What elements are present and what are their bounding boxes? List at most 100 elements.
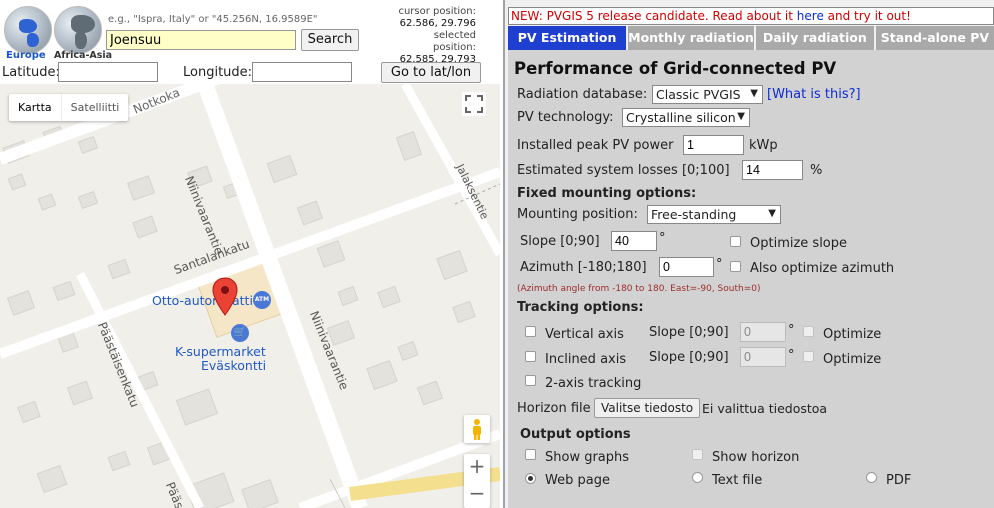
azimuth-note: (Azimuth angle from -180 to 180. East=-9…	[517, 284, 761, 294]
no-file-chosen-text: Ei valittua tiedostoa	[702, 401, 828, 416]
street-view-pegman-icon[interactable]	[464, 415, 490, 443]
map-type-satellite-button[interactable]: Satelliitti	[60, 94, 129, 121]
tab-monthly-radiation[interactable]: Monthly radiation	[628, 26, 754, 50]
latitude-label: Latitude:	[2, 65, 60, 80]
go-to-latlon-button[interactable]: Go to lat/lon	[381, 62, 481, 83]
inclined-optimize-label: Optimize	[823, 352, 882, 367]
tab-daily-radiation[interactable]: Daily radiation	[755, 26, 874, 50]
inclined-slope-input[interactable]	[740, 347, 786, 367]
optimize-azimuth-label: Also optimize azimuth	[750, 261, 895, 276]
fixed-mounting-heading: Fixed mounting options:	[517, 186, 697, 201]
choose-file-button[interactable]: Valitse tiedosto	[594, 398, 701, 418]
inclined-slope-degree: °	[788, 348, 795, 363]
vertical-optimize-label: Optimize	[823, 327, 882, 342]
radiation-db-label: Radiation database:	[517, 87, 648, 102]
chevron-down-icon: ▼	[750, 88, 758, 99]
poi-label-k-supermarket[interactable]: K-supermarket	[175, 344, 266, 359]
show-graphs-label: Show graphs	[545, 450, 630, 465]
show-graphs-checkbox[interactable]	[525, 449, 536, 460]
news-text-prefix: NEW: PVGIS 5 release candidate. Read abo…	[511, 9, 797, 23]
mounting-position-label: Mounting position:	[517, 207, 638, 222]
output-options-heading: Output options	[520, 427, 631, 442]
tab-pv-estimation[interactable]: PV Estimation	[508, 26, 627, 50]
inclined-optimize-checkbox[interactable]	[803, 351, 814, 362]
chevron-down-icon: ▼	[768, 208, 776, 219]
zoom-control: + −	[464, 454, 490, 508]
cursor-position-label: cursor position:	[398, 6, 476, 17]
azimuth-input[interactable]	[659, 257, 714, 277]
tracking-heading: Tracking options:	[517, 300, 644, 315]
peak-power-unit: kWp	[749, 138, 778, 153]
longitude-input[interactable]	[252, 62, 352, 82]
inclined-axis-checkbox[interactable]	[525, 351, 536, 362]
radiation-db-select[interactable]: Classic PVGIS ▼	[652, 85, 763, 104]
vertical-slope-label: Slope [0;90]	[649, 325, 729, 340]
optimize-slope-checkbox[interactable]	[730, 236, 741, 247]
slope-label: Slope [0;90]	[520, 234, 600, 249]
search-button[interactable]: Search	[301, 29, 359, 51]
latitude-input[interactable]	[58, 62, 158, 82]
chevron-down-icon: ▼	[737, 111, 745, 122]
vertical-optimize-checkbox[interactable]	[803, 326, 814, 337]
azimuth-label: Azimuth [-180;180]	[520, 260, 647, 275]
news-text-suffix: and try it out!	[823, 9, 911, 23]
pv-technology-label: PV technology:	[517, 110, 614, 125]
vertical-slope-degree: °	[788, 323, 795, 338]
system-losses-input[interactable]	[742, 160, 803, 180]
pv-estimation-form: Performance of Grid-connected PV Radiati…	[508, 50, 994, 508]
inclined-axis-label: Inclined axis	[545, 352, 627, 367]
news-banner: NEW: PVGIS 5 release candidate. Read abo…	[508, 7, 994, 25]
inclined-slope-label: Slope [0;90]	[649, 350, 729, 365]
cursor-position-value: 62.586, 29.796	[399, 18, 476, 29]
mounting-position-select[interactable]: Free-standing ▼	[647, 205, 781, 224]
horizon-file-label: Horizon file	[517, 401, 591, 416]
text-file-label: Text file	[712, 473, 763, 488]
web-page-radio[interactable]	[525, 473, 536, 484]
pdf-radio[interactable]	[866, 472, 877, 483]
map-type-map-button[interactable]: Kartta	[9, 94, 61, 121]
vertical-slope-input[interactable]	[740, 322, 786, 342]
pvgis-page: Europe Africa-Asia e.g., "Ispra, Italy" …	[0, 0, 994, 508]
show-horizon-label: Show horizon	[712, 450, 800, 465]
poi-label-evaskontti[interactable]: Eväskontti	[201, 358, 266, 373]
two-axis-checkbox[interactable]	[525, 375, 536, 386]
form-title: Performance of Grid-connected PV	[514, 59, 837, 78]
vertical-axis-checkbox[interactable]	[525, 326, 536, 337]
map-canvas[interactable]: Notkoka Niinivaarantie Niinivaarantie Ja…	[0, 84, 500, 508]
what-is-this-link[interactable]: [What is this?]	[767, 87, 861, 102]
system-losses-unit: %	[810, 163, 823, 178]
fullscreen-icon[interactable]	[462, 92, 486, 116]
shopping-cart-icon[interactable]: 🛒	[231, 324, 249, 342]
position-readout: cursor position: 62.586, 29.796 selected…	[388, 6, 476, 66]
tab-stand-alone-pv[interactable]: Stand-alone PV	[875, 26, 994, 50]
pvgis-panel: NEW: PVGIS 5 release candidate. Read abo…	[503, 0, 994, 508]
atm-icon[interactable]: ATM	[253, 291, 271, 309]
map-type-control: Kartta Satelliitti	[9, 94, 129, 121]
azimuth-degree: °	[716, 257, 723, 272]
peak-power-label: Installed peak PV power	[517, 138, 674, 153]
text-file-radio[interactable]	[692, 472, 703, 483]
pdf-label: PDF	[886, 473, 912, 488]
vertical-axis-label: Vertical axis	[545, 327, 624, 342]
selected-position-label: selected position:	[433, 30, 476, 53]
search-hint: e.g., "Ispra, Italy" or "45.256N, 16.958…	[108, 14, 318, 25]
africa-asia-globe-icon[interactable]	[54, 6, 102, 54]
africa-asia-label[interactable]: Africa-Asia	[54, 50, 112, 61]
web-page-label: Web page	[545, 473, 610, 488]
tool-tabs: PV Estimation Monthly radiation Daily ra…	[508, 26, 994, 50]
zoom-out-button[interactable]: −	[464, 481, 490, 508]
europe-label[interactable]: Europe	[6, 50, 46, 61]
search-input[interactable]	[106, 30, 296, 50]
zoom-in-button[interactable]: +	[464, 454, 490, 481]
news-link[interactable]: here	[797, 9, 824, 23]
system-losses-label: Estimated system losses [0;100]	[517, 163, 730, 178]
longitude-label: Longitude:	[183, 65, 253, 80]
slope-input[interactable]	[611, 231, 657, 251]
pv-technology-select[interactable]: Crystalline silicon ▼	[622, 108, 750, 127]
two-axis-label: 2-axis tracking	[545, 376, 642, 391]
optimize-azimuth-checkbox[interactable]	[730, 261, 741, 272]
location-marker-icon[interactable]	[212, 277, 238, 317]
peak-power-input[interactable]	[683, 135, 744, 155]
show-horizon-checkbox[interactable]	[692, 449, 703, 460]
europe-globe-icon[interactable]	[4, 6, 52, 54]
